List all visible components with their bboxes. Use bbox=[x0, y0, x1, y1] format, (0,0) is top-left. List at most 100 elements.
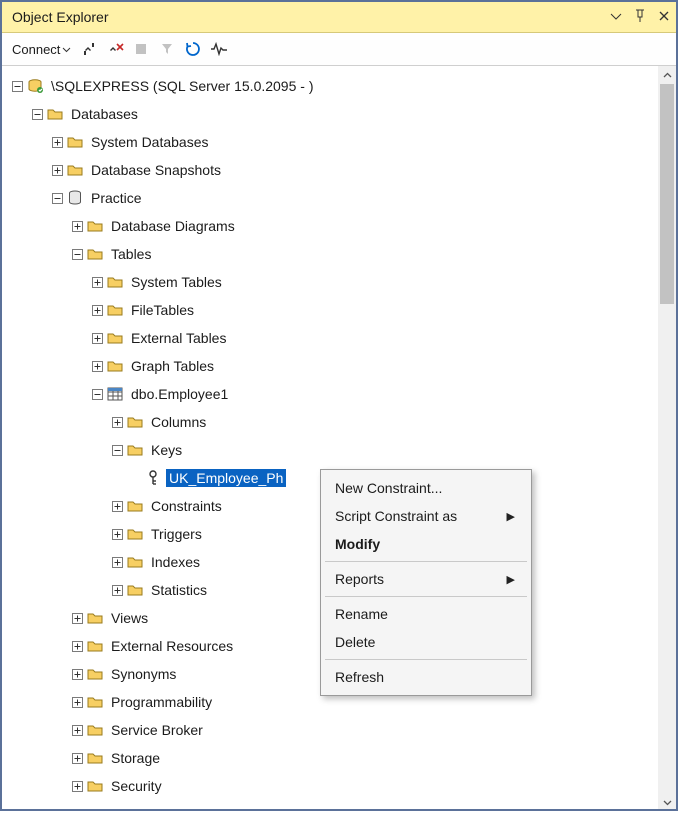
folder-icon bbox=[126, 441, 144, 459]
expand-plus-icon[interactable] bbox=[110, 527, 124, 541]
menu-item-label: Script Constraint as bbox=[335, 508, 457, 524]
folder-icon bbox=[86, 665, 104, 683]
expand-minus-icon[interactable] bbox=[110, 443, 124, 457]
menu-modify[interactable]: Modify bbox=[321, 530, 531, 558]
folder-icon bbox=[86, 777, 104, 795]
menu-reports[interactable]: Reports ▶ bbox=[321, 565, 531, 593]
connect-icon[interactable] bbox=[79, 39, 99, 59]
folder-icon bbox=[86, 721, 104, 739]
expand-plus-icon[interactable] bbox=[70, 219, 84, 233]
menu-delete[interactable]: Delete bbox=[321, 628, 531, 656]
tree-label: Database Snapshots bbox=[88, 161, 224, 179]
titlebar-controls bbox=[610, 9, 670, 26]
expand-plus-icon[interactable] bbox=[70, 611, 84, 625]
disconnect-icon[interactable] bbox=[105, 39, 125, 59]
menu-item-label: Rename bbox=[335, 606, 388, 622]
expand-plus-icon[interactable] bbox=[70, 667, 84, 681]
expand-plus-icon[interactable] bbox=[70, 751, 84, 765]
tree-node[interactable]: Practice bbox=[8, 184, 658, 212]
expand-minus-icon[interactable] bbox=[70, 247, 84, 261]
expand-plus-icon[interactable] bbox=[70, 779, 84, 793]
tree-node-server[interactable]: \SQLEXPRESS (SQL Server 15.0.2095 - ) bbox=[8, 72, 658, 100]
tree-view[interactable]: \SQLEXPRESS (SQL Server 15.0.2095 - ) Da… bbox=[2, 66, 658, 811]
folder-icon bbox=[106, 301, 124, 319]
menu-item-label: Refresh bbox=[335, 669, 384, 685]
expand-plus-icon[interactable] bbox=[90, 331, 104, 345]
expand-plus-icon[interactable] bbox=[110, 555, 124, 569]
expand-plus-icon[interactable] bbox=[110, 415, 124, 429]
refresh-icon[interactable] bbox=[183, 39, 203, 59]
tree-node[interactable]: Databases bbox=[8, 100, 658, 128]
tree-node[interactable]: FileTables bbox=[8, 296, 658, 324]
folder-icon bbox=[86, 693, 104, 711]
tree-node[interactable]: Database Snapshots bbox=[8, 156, 658, 184]
expand-plus-icon[interactable] bbox=[90, 303, 104, 317]
tree-node[interactable]: Service Broker bbox=[8, 716, 658, 744]
menu-refresh[interactable]: Refresh bbox=[321, 663, 531, 691]
scroll-down-icon[interactable] bbox=[658, 793, 676, 811]
folder-icon bbox=[86, 609, 104, 627]
expand-plus-icon[interactable] bbox=[70, 695, 84, 709]
toolbar: Connect bbox=[2, 33, 676, 66]
tree-node[interactable]: Tables bbox=[8, 240, 658, 268]
tree-node[interactable]: Graph Tables bbox=[8, 352, 658, 380]
menu-item-label: Reports bbox=[335, 571, 384, 587]
folder-icon bbox=[86, 217, 104, 235]
tree-label: System Tables bbox=[128, 273, 225, 291]
expand-plus-icon[interactable] bbox=[110, 583, 124, 597]
expand-minus-icon[interactable] bbox=[30, 107, 44, 121]
tree-node-table[interactable]: dbo.Employee1 bbox=[8, 380, 658, 408]
expand-plus-icon[interactable] bbox=[110, 499, 124, 513]
tree-node[interactable]: Keys bbox=[8, 436, 658, 464]
tree-node[interactable]: External Tables bbox=[8, 324, 658, 352]
tree-label: Views bbox=[108, 609, 151, 627]
expand-minus-icon[interactable] bbox=[10, 79, 24, 93]
expand-plus-icon[interactable] bbox=[50, 163, 64, 177]
filter-icon bbox=[157, 39, 177, 59]
key-icon bbox=[144, 469, 162, 487]
vertical-scrollbar[interactable] bbox=[658, 66, 676, 811]
tree-label: External Tables bbox=[128, 329, 229, 347]
connect-dropdown[interactable]: Connect bbox=[10, 40, 73, 59]
tree-node[interactable]: System Databases bbox=[8, 128, 658, 156]
table-icon bbox=[106, 385, 124, 403]
tree-node[interactable]: System Tables bbox=[8, 268, 658, 296]
stop-icon bbox=[131, 39, 151, 59]
pin-icon[interactable] bbox=[634, 9, 646, 26]
menu-rename[interactable]: Rename bbox=[321, 600, 531, 628]
tree-node[interactable]: Database Diagrams bbox=[8, 212, 658, 240]
expand-plus-icon[interactable] bbox=[70, 639, 84, 653]
expand-minus-icon[interactable] bbox=[50, 191, 64, 205]
scroll-up-icon[interactable] bbox=[658, 66, 676, 84]
scroll-thumb[interactable] bbox=[660, 84, 674, 304]
tree-node[interactable]: Storage bbox=[8, 744, 658, 772]
expand-plus-icon[interactable] bbox=[90, 359, 104, 373]
tree-label: External Resources bbox=[108, 637, 236, 655]
activity-monitor-icon[interactable] bbox=[209, 39, 229, 59]
tree-label: Programmability bbox=[108, 693, 215, 711]
menu-script-constraint-as[interactable]: Script Constraint as ▶ bbox=[321, 502, 531, 530]
folder-icon bbox=[86, 245, 104, 263]
tree-label: Service Broker bbox=[108, 721, 206, 739]
expand-plus-icon[interactable] bbox=[50, 135, 64, 149]
tree-label: Security bbox=[108, 777, 165, 795]
expand-plus-icon[interactable] bbox=[90, 275, 104, 289]
folder-icon bbox=[86, 637, 104, 655]
close-icon[interactable] bbox=[658, 10, 670, 25]
database-icon bbox=[66, 189, 84, 207]
scroll-track[interactable] bbox=[658, 84, 676, 793]
menu-new-constraint[interactable]: New Constraint... bbox=[321, 474, 531, 502]
tree-label: dbo.Employee1 bbox=[128, 385, 231, 403]
folder-icon bbox=[66, 133, 84, 151]
tree-label: Statistics bbox=[148, 581, 210, 599]
menu-separator bbox=[325, 561, 527, 562]
window-position-icon[interactable] bbox=[610, 10, 622, 25]
titlebar: Object Explorer bbox=[2, 2, 676, 33]
tree-node[interactable]: Columns bbox=[8, 408, 658, 436]
expand-plus-icon[interactable] bbox=[70, 723, 84, 737]
tree-node[interactable]: Security bbox=[8, 772, 658, 800]
folder-icon bbox=[126, 581, 144, 599]
folder-icon bbox=[46, 105, 64, 123]
expand-minus-icon[interactable] bbox=[90, 387, 104, 401]
connect-label: Connect bbox=[12, 42, 60, 57]
